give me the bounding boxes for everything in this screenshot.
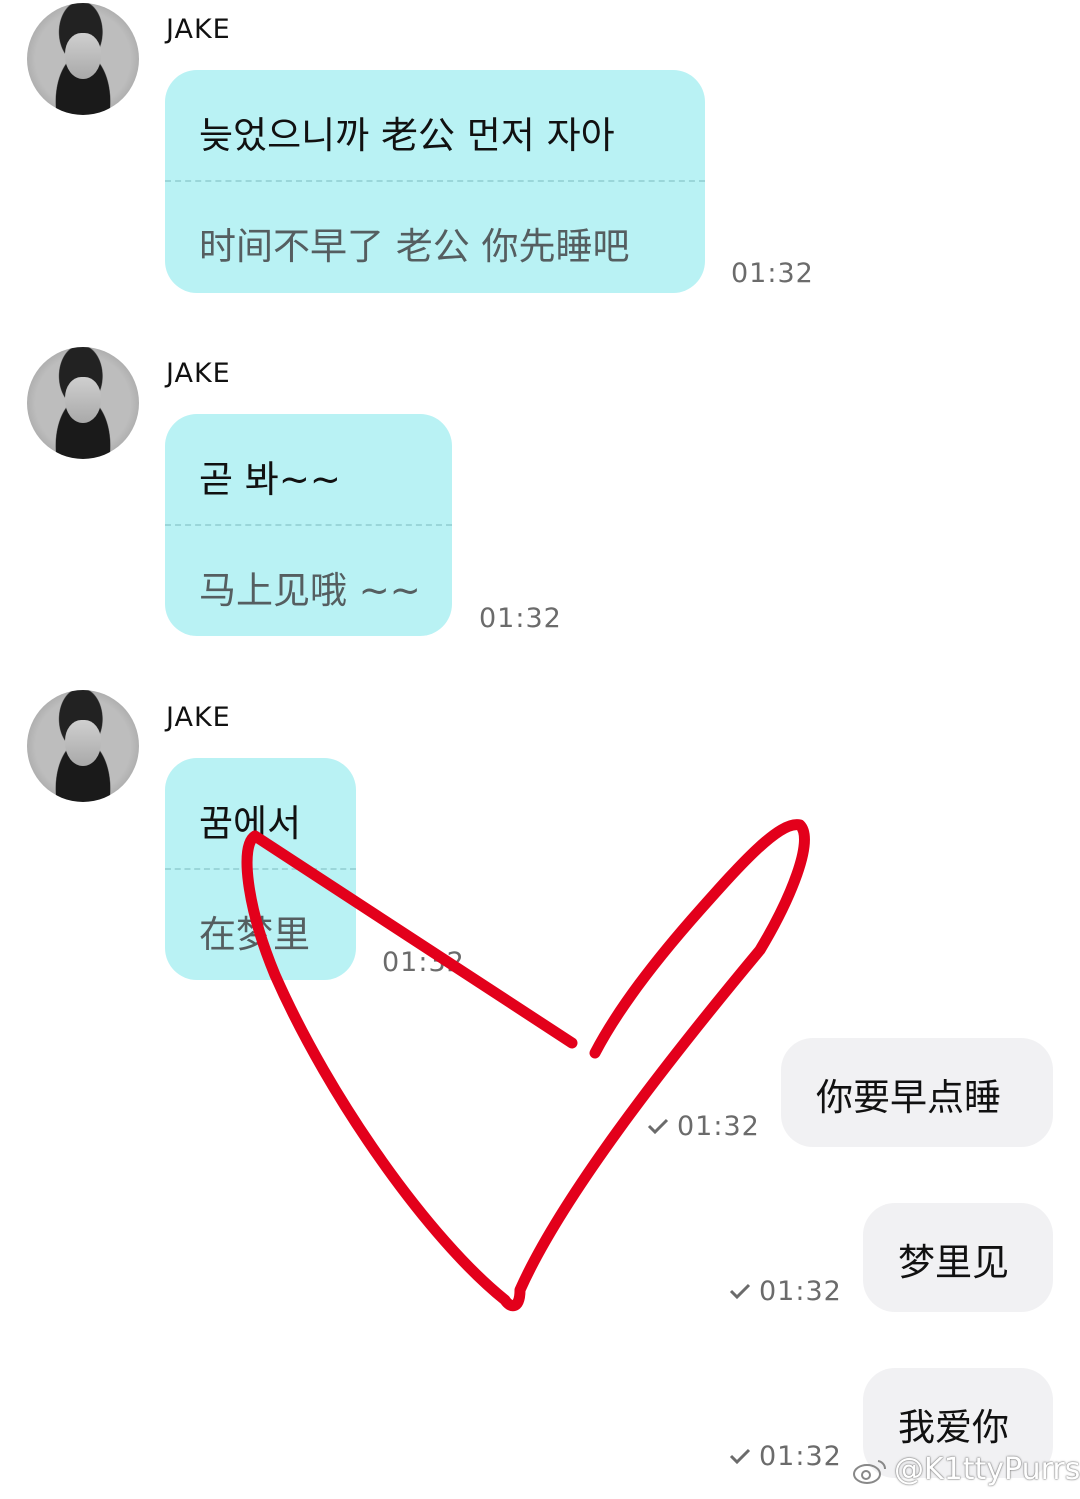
weibo-icon bbox=[852, 1457, 888, 1485]
heart-drawing bbox=[241, 819, 810, 1312]
watermark: @K1ttyPurrs bbox=[852, 1452, 1080, 1487]
watermark-text: @K1ttyPurrs bbox=[894, 1452, 1080, 1487]
